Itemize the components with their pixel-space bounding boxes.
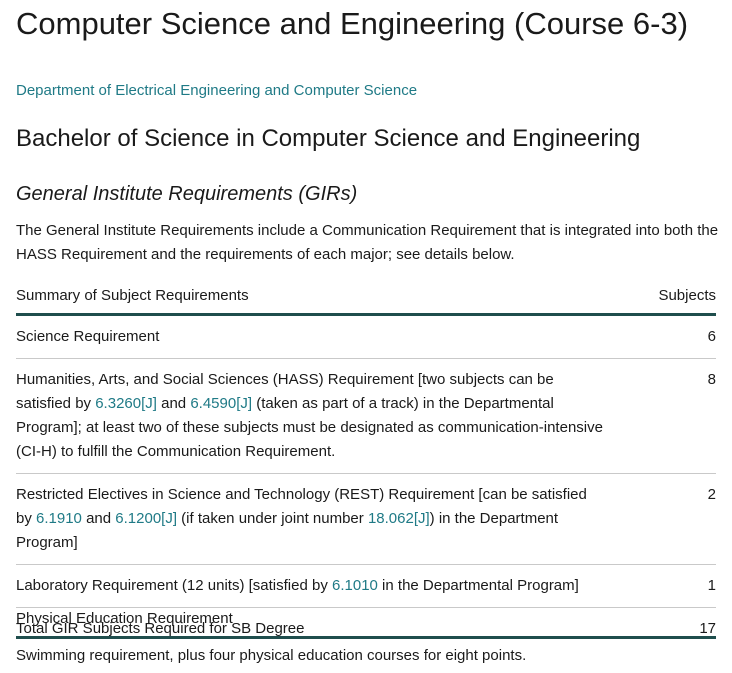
requirement-text: and bbox=[81, 510, 116, 527]
table-row: Laboratory Requirement (12 units) [satis… bbox=[16, 564, 716, 608]
requirement-description: Laboratory Requirement (12 units) [satis… bbox=[16, 564, 656, 608]
subject-link[interactable]: 6.1010 bbox=[332, 577, 378, 594]
degree-heading: Bachelor of Science in Computer Science … bbox=[16, 125, 641, 152]
subject-link[interactable]: 6.1200[J] bbox=[115, 510, 177, 527]
subject-link[interactable]: 6.4590[J] bbox=[190, 395, 252, 412]
requirements-body: Science Requirement 6 Humanities, Arts, an… bbox=[16, 314, 716, 651]
gir-heading: General Institute Requirements (GIRs) bbox=[16, 183, 358, 205]
subject-link[interactable]: 18.062[J] bbox=[368, 510, 430, 527]
requirement-subject-count: 1 bbox=[656, 564, 716, 608]
table-row: Science Requirement 6 bbox=[16, 314, 716, 359]
requirement-description: Humanities, Arts, and Social Sciences (H… bbox=[16, 358, 656, 474]
pe-divider bbox=[16, 636, 716, 639]
requirement-text: Science Requirement bbox=[16, 328, 160, 345]
subject-link[interactable]: 6.1910 bbox=[36, 510, 82, 527]
gir-intro: The General Institute Requirements inclu… bbox=[16, 222, 719, 263]
requirement-subject-count: 8 bbox=[656, 358, 716, 474]
requirement-text: and bbox=[156, 395, 191, 412]
requirement-subject-count: 2 bbox=[656, 473, 716, 565]
table-header-row: Summary of Subject Requirements Subjects bbox=[16, 287, 716, 316]
requirement-subject-count: 6 bbox=[656, 314, 716, 359]
requirement-text: in the Departmental Program] bbox=[377, 577, 579, 594]
requirement-description: Restricted Electives in Science and Tech… bbox=[16, 473, 656, 565]
subjects-column-header: Subjects bbox=[656, 287, 716, 316]
summary-column-header: Summary of Subject Requirements bbox=[16, 287, 656, 316]
pe-text: Swimming requirement, plus four physical… bbox=[16, 647, 527, 664]
requirement-text: Laboratory Requirement (12 units) [satis… bbox=[16, 577, 332, 594]
requirement-text: (if taken under joint number bbox=[177, 510, 368, 527]
requirement-description: Science Requirement bbox=[16, 314, 656, 359]
department-link[interactable]: Department of Electrical Engineering and… bbox=[16, 82, 417, 99]
catalog-page: Computer Science and Engineering (Course… bbox=[0, 0, 732, 673]
table-row: Humanities, Arts, and Social Sciences (H… bbox=[16, 358, 716, 474]
total-value: 17 bbox=[699, 620, 716, 637]
table-row: Restricted Electives in Science and Tech… bbox=[16, 473, 716, 565]
page-title: Computer Science and Engineering (Course… bbox=[16, 6, 689, 41]
subject-link[interactable]: 6.3260[J] bbox=[95, 395, 157, 412]
requirements-table: Summary of Subject Requirements Subjects… bbox=[16, 287, 716, 650]
pe-heading: Physical Education Requirement bbox=[16, 610, 233, 627]
